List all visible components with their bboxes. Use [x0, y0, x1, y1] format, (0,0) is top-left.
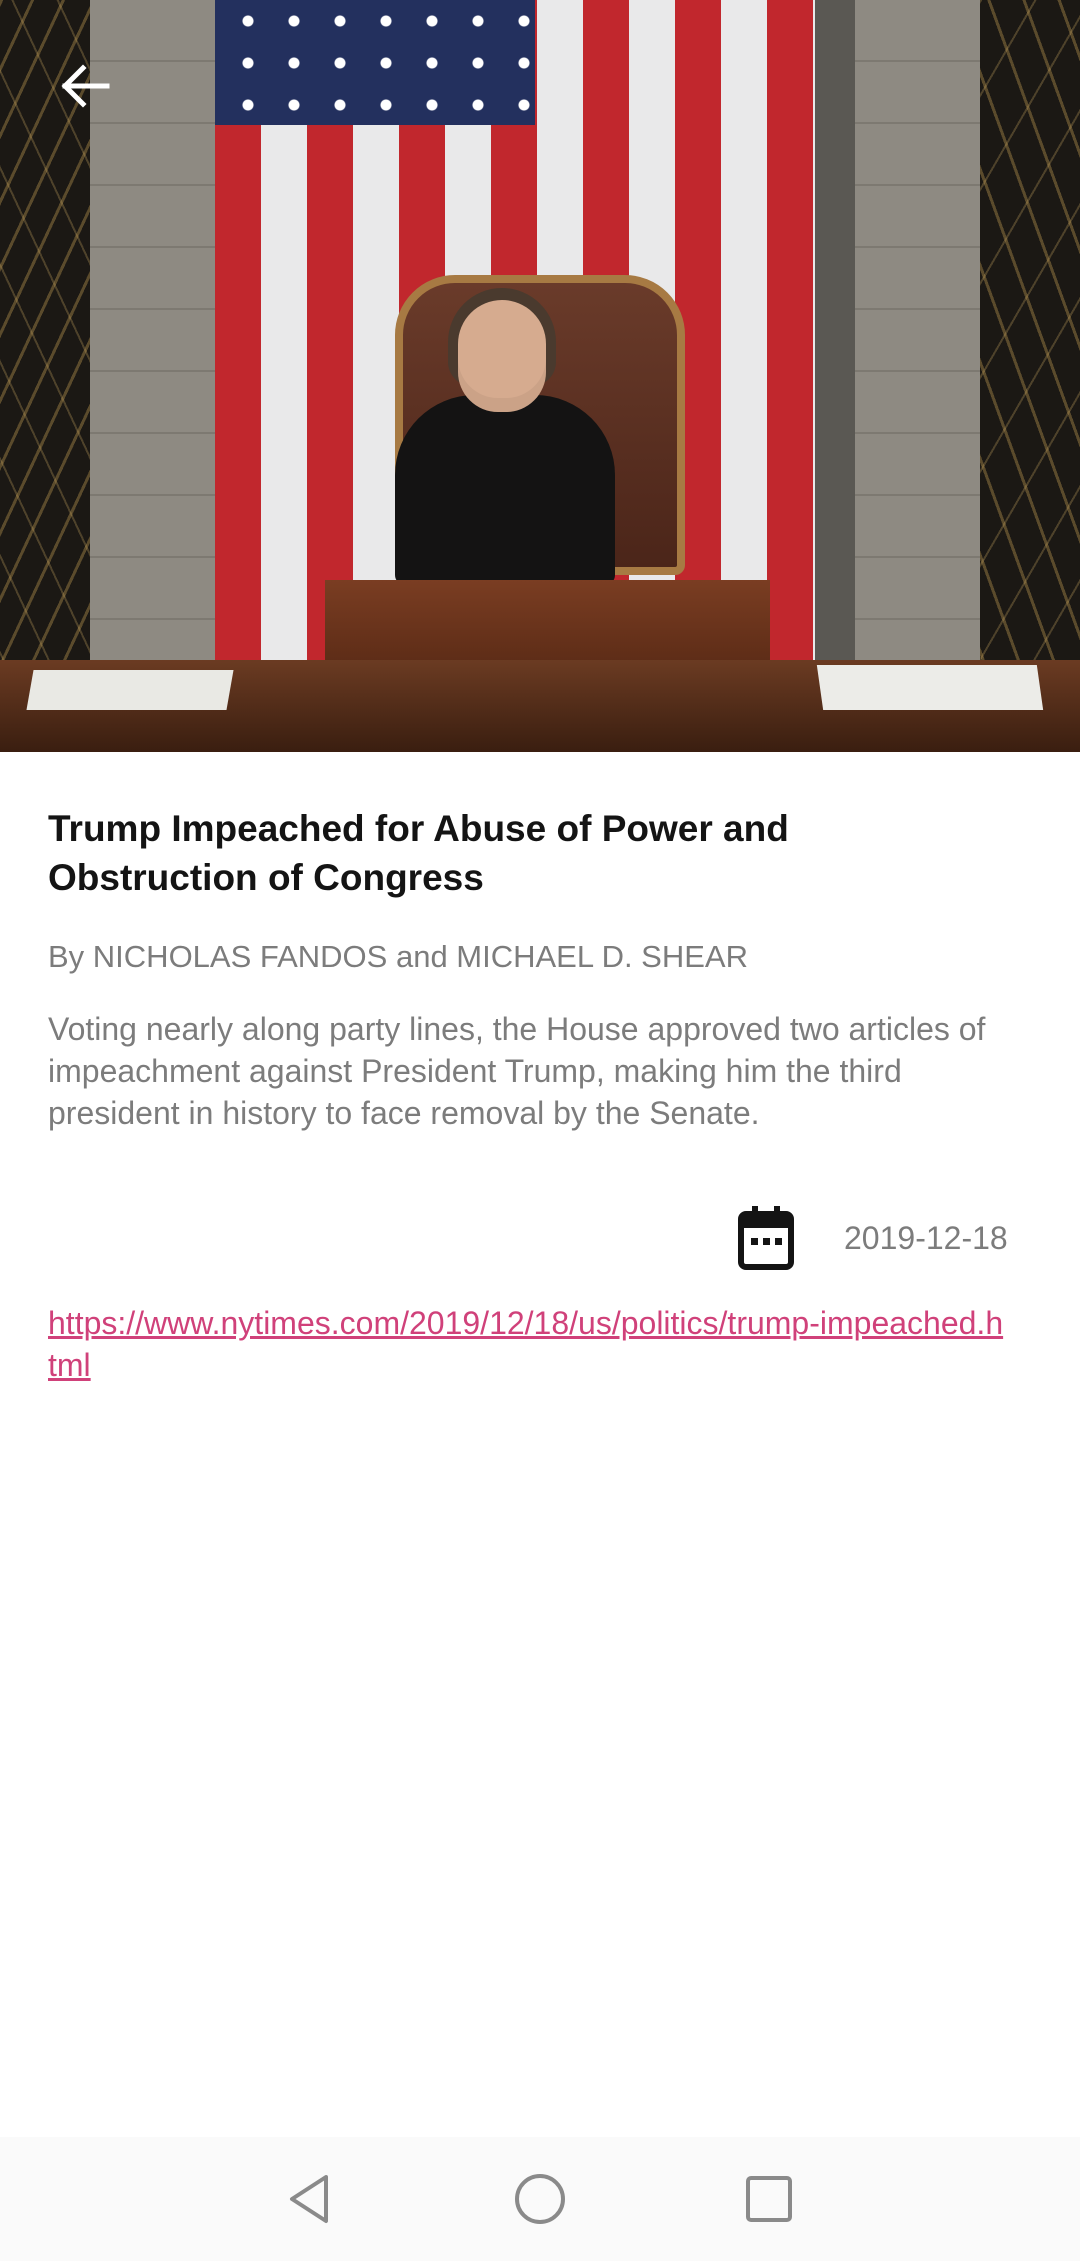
- publish-date: 2019-12-18: [844, 1219, 1008, 1256]
- square-recents-icon: [746, 2176, 792, 2222]
- flag-stars: [215, 0, 535, 125]
- calendar-icon: [738, 1206, 794, 1270]
- back-button[interactable]: [50, 58, 120, 114]
- arrow-left-icon: [61, 64, 110, 108]
- article-title: Trump Impeached for Abuse of Power and O…: [48, 808, 789, 898]
- article-detail-screen: Trump Impeached for Abuse of Power and O…: [0, 0, 1080, 2261]
- nav-recents-button[interactable]: [737, 2167, 801, 2231]
- nav-back-button[interactable]: [278, 2167, 342, 2231]
- circle-home-icon: [515, 2174, 565, 2224]
- article-hero-image: [0, 0, 1080, 752]
- article-url-link[interactable]: https://www.nytimes.com/2019/12/18/us/po…: [48, 1302, 1008, 1386]
- person-figure: [395, 395, 615, 585]
- article-byline: By NICHOLAS FANDOS and MICHAEL D. SHEAR: [48, 939, 748, 974]
- article-summary: Voting nearly along party lines, the Hou…: [48, 1011, 986, 1131]
- nav-home-button[interactable]: [508, 2167, 572, 2231]
- papers-left: [26, 670, 234, 710]
- podium: [325, 580, 770, 670]
- publish-date-row: 2019-12-18: [738, 1206, 1008, 1270]
- marble-column-right: [980, 0, 1080, 752]
- papers-right: [816, 665, 1044, 710]
- stone-pillar-right: [855, 0, 980, 752]
- triangle-back-icon: [290, 2175, 328, 2223]
- system-navigation-bar: [0, 2137, 1080, 2261]
- person-head: [458, 300, 546, 412]
